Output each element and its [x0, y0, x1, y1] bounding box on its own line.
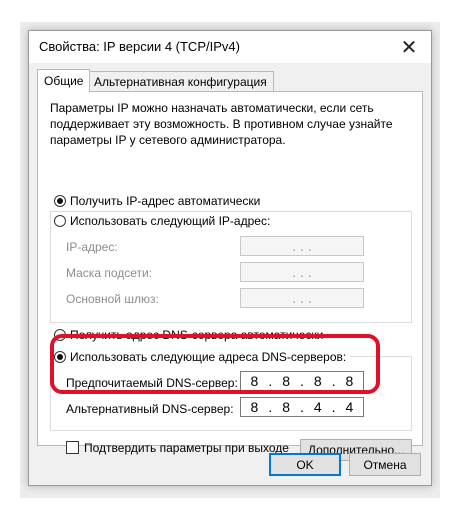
alternate-dns-octet-2: 8: [282, 399, 290, 415]
radio-unchecked-icon: [54, 329, 66, 341]
preferred-dns-octet-1: 8: [250, 373, 259, 389]
ip-address-field[interactable]: . . .: [240, 236, 364, 256]
alternate-dns-label: Альтернативный DNS-сервер:: [66, 402, 234, 416]
general-tab-panel: Параметры IP можно назначать автоматичес…: [37, 91, 423, 461]
tab-general-label: Общие: [44, 74, 84, 88]
title-bar: Свойства: IP версии 4 (TCP/IPv4) ✕: [29, 31, 431, 63]
alternate-dns-octet-3: 4: [313, 399, 322, 415]
checkbox-unchecked-icon[interactable]: [66, 441, 79, 454]
radio-dns-auto[interactable]: Получить адрес DNS-сервера автоматически: [54, 328, 328, 342]
validate-on-exit-label: Подтвердить параметры при выходе: [84, 441, 289, 455]
radio-ip-manual[interactable]: Использовать следующий IP-адрес:: [54, 214, 275, 228]
radio-ip-auto[interactable]: Получить IP-адрес автоматически: [54, 194, 265, 208]
default-gateway-label: Основной шлюз:: [66, 292, 159, 306]
preferred-dns-label: Предпочитаемый DNS-сервер:: [66, 376, 238, 390]
radio-ip-auto-label: Получить IP-адрес автоматически: [70, 194, 261, 208]
radio-dns-manual[interactable]: Использовать следующие адреса DNS-сервер…: [54, 350, 351, 364]
alternate-dns-field[interactable]: 8. 8. 4. 4: [240, 397, 364, 417]
window-title: Свойства: IP версии 4 (TCP/IPv4): [39, 39, 240, 54]
radio-ip-manual-label: Использовать следующий IP-адрес:: [70, 214, 271, 228]
dns-group: [50, 356, 412, 431]
description-text: Параметры IP можно назначать автоматичес…: [50, 101, 393, 147]
radio-checked-icon: [54, 351, 66, 363]
tab-alternate-config[interactable]: Альтернативная конфигурация: [87, 71, 274, 91]
cancel-button[interactable]: Отмена: [349, 453, 421, 476]
default-gateway-field[interactable]: . . .: [240, 288, 364, 308]
default-gateway-value: . . .: [292, 290, 312, 306]
radio-dns-manual-label: Использовать следующие адреса DNS-сервер…: [70, 350, 347, 364]
preferred-dns-octet-4: 8: [345, 373, 354, 389]
ip-address-value: . . .: [292, 238, 312, 254]
tab-alternate-config-label: Альтернативная конфигурация: [94, 75, 267, 89]
subnet-mask-field[interactable]: . . .: [240, 262, 364, 282]
ipv4-properties-dialog: Свойства: IP версии 4 (TCP/IPv4) ✕ Общие…: [28, 30, 432, 486]
radio-checked-icon: [54, 195, 66, 207]
radio-dns-auto-label: Получить адрес DNS-сервера автоматически: [70, 328, 324, 342]
radio-unchecked-icon: [54, 215, 66, 227]
preferred-dns-field[interactable]: 8. 8. 8. 8: [240, 371, 364, 391]
subnet-mask-value: . . .: [292, 264, 312, 280]
subnet-mask-label: Маска подсети:: [66, 266, 153, 280]
preferred-dns-octet-2: 8: [282, 373, 290, 389]
alternate-dns-octet-1: 8: [250, 399, 259, 415]
close-icon[interactable]: ✕: [387, 31, 431, 63]
preferred-dns-octet-3: 8: [313, 373, 322, 389]
alternate-dns-octet-4: 4: [345, 399, 354, 415]
ip-address-label: IP-адрес:: [66, 240, 118, 254]
tab-general[interactable]: Общие: [37, 69, 91, 92]
ok-button[interactable]: OK: [269, 453, 341, 476]
